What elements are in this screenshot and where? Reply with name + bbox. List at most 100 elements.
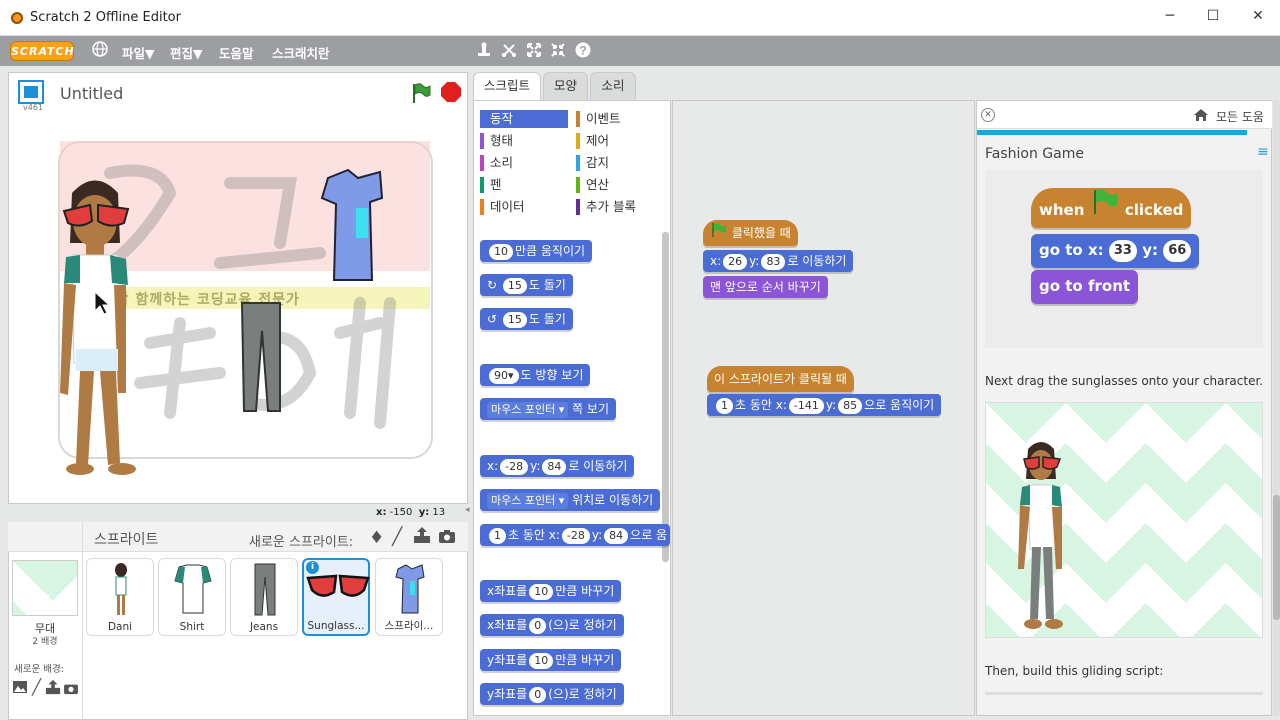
- tab-scripts[interactable]: 스크립트: [473, 72, 541, 102]
- block-help-icon[interactable]: ?: [575, 42, 591, 61]
- category-looks[interactable]: 형태: [480, 132, 568, 150]
- block-goto-target[interactable]: 마우스 포인터 ▾ 위치로 이동하기: [480, 489, 661, 511]
- tips-block-goto-xy: go to x: 33 y: 66: [1031, 234, 1200, 268]
- title-bar: Scratch 2 Offline Editor ─ ☐ ✕: [0, 0, 1280, 36]
- script-glide[interactable]: 1초 동안 x: -141 y: 85 으로 움직이기: [707, 394, 942, 416]
- project-title-input[interactable]: Untitled: [60, 84, 123, 103]
- scratch-logo[interactable]: SCRATCH: [10, 41, 74, 61]
- scratch-app-icon: [11, 12, 23, 24]
- paint-new-sprite-icon[interactable]: ╱: [392, 527, 402, 547]
- tips-menu-icon[interactable]: ≡: [1257, 144, 1269, 160]
- dani-sprite[interactable]: [50, 173, 140, 483]
- block-change-y[interactable]: y좌표를 10 만큼 바꾸기: [480, 649, 622, 671]
- duplicate-stamp-icon[interactable]: [476, 42, 492, 61]
- tab-costumes[interactable]: 모양: [543, 72, 588, 100]
- delete-scissors-icon[interactable]: [501, 42, 517, 61]
- backdrop-library-icon[interactable]: [12, 680, 28, 697]
- version-label: v461: [23, 103, 44, 112]
- rotate-right-icon: ↻: [487, 278, 498, 292]
- tips-instruction-2: Then, build this gliding script:: [985, 664, 1164, 678]
- tips-scrollbar-track[interactable]: [1273, 100, 1280, 716]
- shrink-icon[interactable]: [550, 42, 566, 61]
- category-operators[interactable]: 연산: [576, 176, 664, 194]
- block-move-steps[interactable]: 10 만큼 움직이기: [480, 240, 593, 262]
- sprite-thumb-sunglasses[interactable]: i Sunglass...: [302, 558, 370, 636]
- menu-file[interactable]: 파일▼: [122, 43, 155, 62]
- stop-sign-icon[interactable]: [441, 82, 461, 102]
- new-sprite-label: 새로운 스프라이트:: [249, 535, 354, 550]
- block-change-x[interactable]: x좌표를 10 만큼 바꾸기: [480, 580, 622, 602]
- category-events[interactable]: 이벤트: [576, 110, 664, 128]
- script-hat-sprite-clicked[interactable]: 이 스프라이트가 클릭될 때: [707, 366, 854, 392]
- sprites-title: 스프라이트: [94, 532, 159, 548]
- choose-sprite-library-icon[interactable]: ♦: [369, 528, 384, 548]
- maximize-button[interactable]: ☐: [1201, 8, 1225, 24]
- menu-edit[interactable]: 편집▼: [170, 43, 203, 62]
- backdrop-count: 2 배경: [32, 637, 58, 647]
- category-sensing[interactable]: 감지: [576, 154, 664, 172]
- shirt-thumb-icon: [174, 564, 212, 614]
- sprite-info-icon[interactable]: i: [306, 561, 319, 574]
- stage-canvas[interactable]: 강의학 함께하는 코딩교육 전문가: [10, 113, 465, 501]
- sprite-name: 스프라이...: [384, 620, 434, 632]
- script-go-to-front[interactable]: 맨 앞으로 순서 바꾸기: [703, 276, 828, 298]
- grow-icon[interactable]: [526, 42, 542, 61]
- block-point-direction[interactable]: 90▾ 도 방향 보기: [480, 364, 591, 386]
- jeans-sprite[interactable]: [238, 301, 284, 417]
- dani-sunglasses-preview: [1018, 442, 1063, 629]
- sprite-thumb-jeans[interactable]: Jeans: [230, 558, 298, 636]
- paint-backdrop-icon[interactable]: ╱: [32, 678, 41, 696]
- script-goto-xy[interactable]: x: 26 y: 83 로 이동하기: [703, 250, 854, 272]
- jeans-thumb-icon: [254, 563, 276, 616]
- sunglasses-thumb-icon: [306, 574, 370, 597]
- tips-instruction-1: Next drag the sunglasses onto your chara…: [985, 374, 1264, 388]
- category-pen[interactable]: 펜: [480, 176, 568, 194]
- close-button[interactable]: ✕: [1246, 8, 1270, 24]
- collapse-arrow-icon[interactable]: ◂: [465, 505, 473, 521]
- category-data[interactable]: 데이터: [480, 198, 568, 216]
- tips-scrollbar-thumb[interactable]: [1273, 495, 1280, 620]
- globe-language-icon[interactable]: [92, 41, 108, 60]
- block-set-y[interactable]: y좌표를 0 (으)로 정하기: [480, 683, 624, 705]
- tips-close-icon[interactable]: ✕: [981, 108, 995, 122]
- block-turn-left[interactable]: ↺ 15 도 돌기: [480, 308, 573, 330]
- shirt2-thumb-icon: [395, 564, 425, 614]
- all-help-link[interactable]: 모든 도움: [1216, 108, 1264, 125]
- stage-thumbnail[interactable]: [12, 560, 78, 616]
- camera-sprite-icon[interactable]: [438, 529, 456, 547]
- block-point-towards[interactable]: 마우스 포인터 ▾ 쪽 보기: [480, 398, 616, 420]
- menu-about[interactable]: 스크래치란: [272, 43, 330, 62]
- tips-progress-bar: [977, 130, 1247, 135]
- category-motion[interactable]: 동작: [480, 110, 568, 128]
- sprite-thumb-dani[interactable]: Dani: [86, 558, 154, 636]
- tips-title: Fashion Game: [985, 146, 1084, 162]
- green-flag-icon: [1090, 188, 1120, 233]
- block-goto-xy[interactable]: x: -28 y: 84 로 이동하기: [480, 455, 635, 477]
- category-control[interactable]: 제어: [576, 132, 664, 150]
- script-hat-green-flag[interactable]: 클릭했을 때: [703, 220, 798, 246]
- green-flag-icon: [710, 221, 728, 247]
- tips-block-when-flag-clicked: when clicked: [1031, 188, 1192, 228]
- shirt-sprite[interactable]: [318, 168, 388, 288]
- camera-backdrop-icon[interactable]: [63, 682, 79, 698]
- block-glide[interactable]: 1초 동안 x: -28 y: 84 으로 움: [480, 524, 670, 546]
- new-backdrop-label: 새로운 배경:: [14, 664, 64, 675]
- category-list-left: 동작 형태 소리 펜 데이터: [480, 110, 568, 216]
- menu-help[interactable]: 도움말: [219, 43, 254, 62]
- block-set-x[interactable]: x좌표를 0 (으)로 정하기: [480, 614, 624, 636]
- green-flag-icon[interactable]: [410, 82, 432, 107]
- tab-sounds[interactable]: 소리: [590, 72, 636, 100]
- tips-divider: [985, 692, 1263, 695]
- upload-backdrop-icon[interactable]: [45, 679, 61, 698]
- home-icon[interactable]: [1193, 108, 1209, 125]
- sprite-thumb-shirt[interactable]: Shirt: [158, 558, 226, 636]
- category-sound[interactable]: 소리: [480, 154, 568, 172]
- category-more-blocks[interactable]: 추가 블록: [576, 198, 664, 216]
- minimize-button[interactable]: ─: [1158, 8, 1182, 24]
- block-turn-right[interactable]: ↻ 15 도 돌기: [480, 274, 573, 296]
- sprite-thumb-sprite5[interactable]: 스프라이...: [375, 558, 443, 636]
- sprite-panel-divider: [82, 522, 83, 720]
- upload-sprite-icon[interactable]: [413, 526, 431, 547]
- sprite-name: Jeans: [249, 621, 279, 633]
- palette-scrollbar[interactable]: [662, 232, 669, 562]
